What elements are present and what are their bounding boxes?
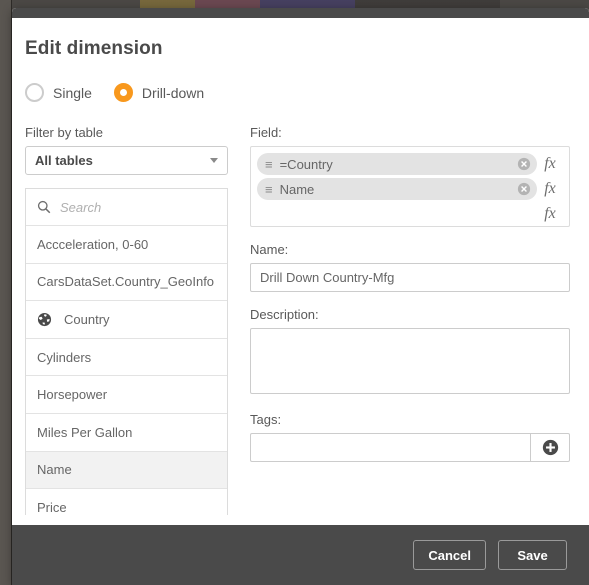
globe-icon	[37, 312, 52, 327]
page-title: Edit dimension	[25, 38, 163, 59]
field-chip-row: ≡ =Country fx	[257, 153, 563, 175]
search-icon	[37, 200, 51, 214]
tags-row	[250, 433, 570, 462]
field-label: Field:	[250, 125, 282, 140]
field-chip-label: Name	[279, 181, 315, 197]
table-filter-value: All tables	[35, 153, 93, 168]
drag-handle-icon[interactable]: ≡	[265, 158, 273, 171]
list-item-name[interactable]: Name	[26, 451, 227, 490]
list-item-label: Horsepower	[37, 387, 108, 403]
list-item[interactable]: CarsDataSet.Country_GeoInfo	[26, 263, 227, 302]
list-item-label: Accceleration, 0-60	[37, 236, 149, 252]
list-item[interactable]: Accceleration, 0-60	[26, 226, 227, 264]
field-chip-country[interactable]: ≡ =Country	[257, 153, 537, 175]
field-list: Accceleration, 0-60 CarsDataSet.Country_…	[25, 188, 228, 515]
list-item-label: Name	[37, 462, 72, 478]
radio-drilldown-icon[interactable]	[113, 83, 133, 102]
field-browser-panel: Filter by table All tables Accceleration…	[25, 125, 228, 515]
description-block: Description:	[250, 307, 570, 397]
tags-input[interactable]	[250, 433, 530, 462]
radio-option-drilldown[interactable]: Drill-down	[113, 83, 205, 102]
chevron-down-icon	[210, 158, 218, 163]
edit-dimension-dialog: Edit dimension Single Drill-down Filter …	[12, 8, 589, 585]
list-item-country[interactable]: Country	[26, 301, 227, 339]
add-tag-button[interactable]	[530, 433, 570, 462]
radio-drilldown-label: Drill-down	[141, 84, 205, 101]
radio-option-single[interactable]: Single	[25, 83, 92, 102]
empty-field-row: fx	[257, 203, 563, 225]
radio-single-label: Single	[53, 84, 92, 101]
name-block: Name:	[250, 242, 570, 292]
field-chip-label: =Country	[279, 156, 333, 172]
tags-label: Tags:	[250, 412, 282, 427]
field-search-row	[26, 189, 227, 226]
field-chip-name[interactable]: ≡ Name	[257, 178, 537, 200]
description-label: Description:	[250, 307, 319, 322]
expression-editor-button[interactable]: fx	[537, 178, 563, 200]
list-item-label: Cylinders	[37, 349, 92, 365]
expression-editor-button[interactable]: fx	[537, 153, 563, 175]
search-input[interactable]	[60, 199, 216, 215]
expression-editor-button-new[interactable]: fx	[537, 203, 563, 225]
description-textarea[interactable]	[250, 328, 570, 394]
name-label: Name:	[250, 242, 289, 257]
field-chips-container: ≡ =Country fx ≡ Name fx fx	[250, 146, 570, 227]
dialog-footer: Cancel Save	[12, 525, 589, 585]
list-item[interactable]: Price	[26, 489, 227, 515]
dimension-mode-radio-group: Single Drill-down	[25, 83, 216, 102]
radio-single-icon[interactable]	[25, 83, 44, 102]
table-filter-select[interactable]: All tables	[25, 146, 228, 175]
name-input[interactable]	[250, 263, 570, 292]
tags-block: Tags:	[250, 412, 570, 462]
cancel-button[interactable]: Cancel	[413, 540, 486, 570]
list-item-label: Country	[64, 311, 110, 327]
dialog-body: Edit dimension Single Drill-down Filter …	[12, 18, 589, 525]
list-item-label: Price	[37, 499, 67, 515]
list-item[interactable]: Cylinders	[26, 338, 227, 377]
drag-handle-icon[interactable]: ≡	[265, 183, 273, 196]
dimension-details-panel: Field: ≡ =Country fx ≡ Name fx fx Name: …	[250, 125, 570, 462]
clear-icon[interactable]	[517, 157, 531, 171]
plus-circle-icon	[542, 439, 558, 456]
filter-by-table-label: Filter by table	[25, 125, 104, 140]
clear-icon[interactable]	[517, 182, 531, 196]
save-button[interactable]: Save	[498, 540, 567, 570]
list-item[interactable]: Horsepower	[26, 376, 227, 414]
field-chip-row: ≡ Name fx	[257, 178, 563, 200]
dialog-top-bar	[12, 8, 589, 18]
background-page-left-edge	[0, 0, 12, 585]
list-item-label: Miles Per Gallon	[37, 424, 133, 440]
list-item[interactable]: Miles Per Gallon	[26, 413, 227, 452]
list-item-label: CarsDataSet.Country_GeoInfo	[37, 274, 215, 290]
